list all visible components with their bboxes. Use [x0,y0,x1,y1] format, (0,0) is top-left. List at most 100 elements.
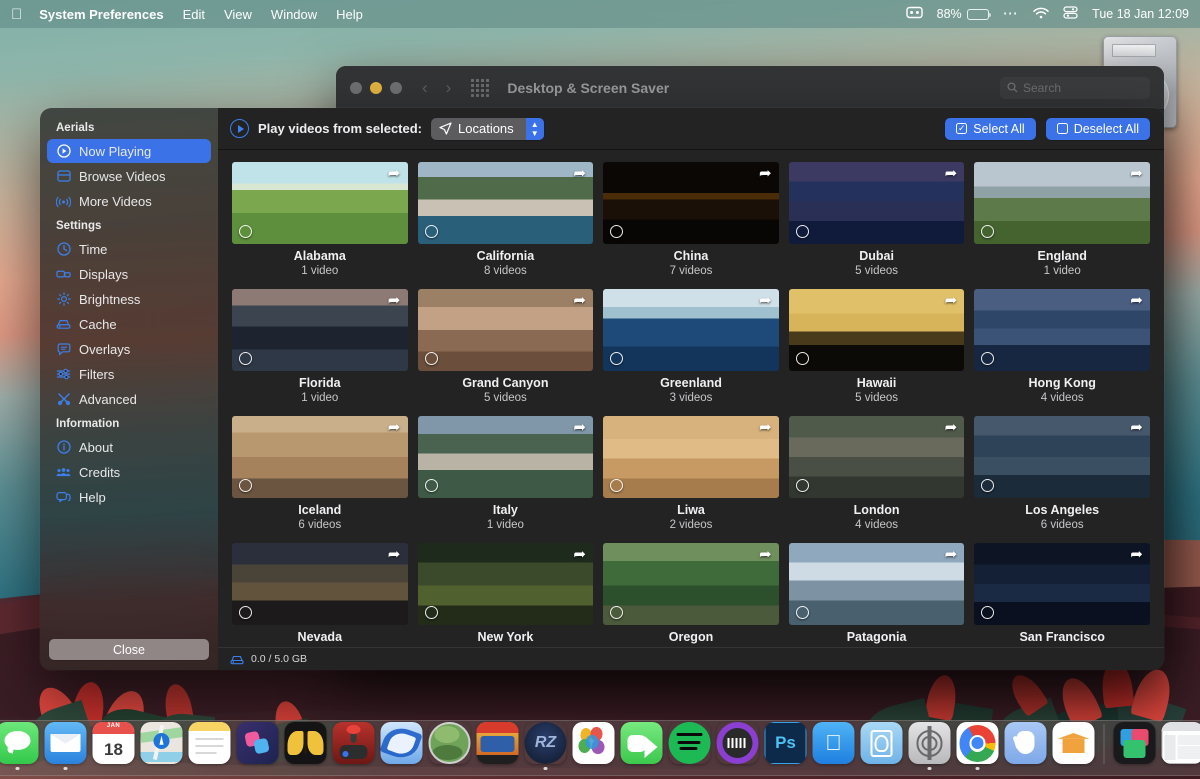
sidebar-item-time[interactable]: Time [47,237,211,261]
video-thumbnail[interactable]: ➦ [232,289,408,371]
video-select-radio[interactable] [610,479,624,492]
video-select-radio[interactable] [610,352,624,365]
video-thumbnail[interactable]: ➦ [417,289,594,371]
video-select-radio[interactable] [239,606,252,619]
video-thumbnail[interactable]: ➦ [232,162,408,244]
zoom-button[interactable] [390,81,402,94]
dock-item-preview-app[interactable] [860,722,904,770]
dock-item-audio-app[interactable] [716,722,760,770]
search-field[interactable]: Search [1000,76,1150,99]
video-select-radio[interactable] [795,606,809,619]
video-card[interactable]: ➦ London 4 videos [788,416,965,531]
menu-item-view[interactable]: View [224,7,252,22]
dock-item-home[interactable] [1052,722,1096,770]
video-select-radio[interactable] [239,352,252,365]
menu-item-edit[interactable]: Edit [183,7,205,22]
share-icon[interactable]: ➦ [942,293,959,308]
sidebar-item-more-videos[interactable]: More Videos [47,189,211,213]
video-select-radio[interactable] [239,479,252,492]
share-icon[interactable]: ➦ [571,420,588,435]
dock-item-shortcuts[interactable] [236,722,280,770]
video-card[interactable]: ➦ New York [417,543,594,646]
ellipsis-icon[interactable]: ⋯ [1003,6,1020,21]
video-card[interactable]: ➦ China 7 videos [603,162,779,277]
wifi-icon[interactable] [1033,7,1049,22]
menu-item-help[interactable]: Help [336,7,363,22]
aerials-grid-scroll[interactable]: ➦ Alabama 1 video ➦ California 8 videos ➦ China… [218,150,1164,647]
dock-item-messages[interactable] [0,722,40,770]
video-card[interactable]: ➦ Los Angeles 6 videos [974,416,1150,531]
menu-bar-clock[interactable]: Tue 18 Jan 12:09 [1092,7,1189,21]
sidebar-item-advanced[interactable]: Advanced [47,387,211,411]
video-thumbnail[interactable]: ➦ [417,162,594,244]
video-thumbnail[interactable]: ➦ [974,543,1150,625]
video-select-radio[interactable] [424,479,438,492]
dock-item-joystick-app[interactable] [332,722,376,770]
video-thumbnail[interactable]: ➦ [974,289,1150,371]
share-icon[interactable]: ➦ [1128,547,1145,562]
share-icon[interactable]: ➦ [386,420,403,435]
video-select-radio[interactable] [981,606,995,619]
sidebar-item-credits[interactable]: Credits [47,460,211,484]
share-icon[interactable]: ➦ [386,547,403,562]
share-icon[interactable]: ➦ [942,420,959,435]
video-thumbnail[interactable]: ➦ [603,416,779,498]
sidebar-item-help[interactable]: Help [47,485,211,509]
close-button[interactable] [350,81,362,94]
video-thumbnail[interactable]: ➦ [974,416,1150,498]
video-card[interactable]: ➦ Alabama 1 video [232,162,408,277]
share-icon[interactable]: ➦ [386,293,403,308]
video-card[interactable]: ➦ Italy 1 video [417,416,594,531]
menu-item-app[interactable]: System Preferences [39,7,163,22]
video-thumbnail[interactable]: ➦ [974,162,1150,244]
video-card[interactable]: ➦ Dubai 5 videos [788,162,965,277]
sidebar-item-brightness[interactable]: Brightness [47,287,211,311]
video-card[interactable]: ➦ Florida 1 video [232,289,408,404]
dock-item-butterfly-app[interactable] [284,722,328,770]
back-button[interactable]: ‹ [422,78,428,98]
apple-logo-icon[interactable]:  [11,7,22,22]
video-card[interactable]: ➦ Nevada [232,543,408,646]
dock-item-system-preferences[interactable] [908,722,952,770]
video-card[interactable]: ➦ Grand Canyon 5 videos [417,289,594,404]
minimize-button[interactable] [370,81,382,94]
share-icon[interactable]: ➦ [571,166,588,181]
sidebar-item-cache[interactable]: Cache [47,312,211,336]
share-icon[interactable]: ➦ [571,547,588,562]
sidebar-item-overlays[interactable]: Overlays [47,337,211,361]
dock-item-photoshop[interactable]: Ps [764,722,808,770]
video-thumbnail[interactable]: ➦ [788,162,965,244]
video-select-radio[interactable] [424,225,438,238]
sidebar-item-browse-videos[interactable]: Browse Videos [47,164,211,188]
video-select-radio[interactable] [795,479,809,492]
video-card[interactable]: ➦ California 8 videos [417,162,594,277]
dock-item-mail[interactable] [44,722,88,770]
close-button[interactable]: Close [49,639,209,660]
video-select-radio[interactable] [610,606,624,619]
share-icon[interactable]: ➦ [757,420,774,435]
dock-item-chrome[interactable] [956,722,1000,770]
dock-item-globe-photo-app[interactable] [428,722,472,770]
video-card[interactable]: ➦ Oregon [603,543,779,646]
video-select-radio[interactable] [795,225,809,238]
video-select-radio[interactable] [981,479,995,492]
video-select-radio[interactable] [981,352,995,365]
dock-item-spotify[interactable] [668,722,712,770]
dock-item-window-file[interactable] [1161,722,1200,770]
video-card[interactable]: ➦ England 1 video [974,162,1150,277]
share-icon[interactable]: ➦ [757,166,774,181]
dock-item-hand-app[interactable] [1004,722,1048,770]
screen-mirroring-icon[interactable] [905,6,923,22]
dock-item-rz-app[interactable]: RZ [524,722,568,770]
play-circle-icon[interactable] [230,119,249,138]
share-icon[interactable]: ➦ [942,166,959,181]
video-thumbnail[interactable]: ➦ [603,162,779,244]
dock-item-poster-app[interactable] [476,722,520,770]
share-icon[interactable]: ➦ [942,547,959,562]
locations-popup-button[interactable]: Locations ▲ ▼ [431,117,544,140]
video-select-radio[interactable] [424,352,438,365]
share-icon[interactable]: ➦ [1128,166,1145,181]
dock-item-calendar[interactable]: 18 JAN [92,722,136,770]
control-center-icon[interactable] [1063,6,1078,22]
menu-item-window[interactable]: Window [271,7,317,22]
